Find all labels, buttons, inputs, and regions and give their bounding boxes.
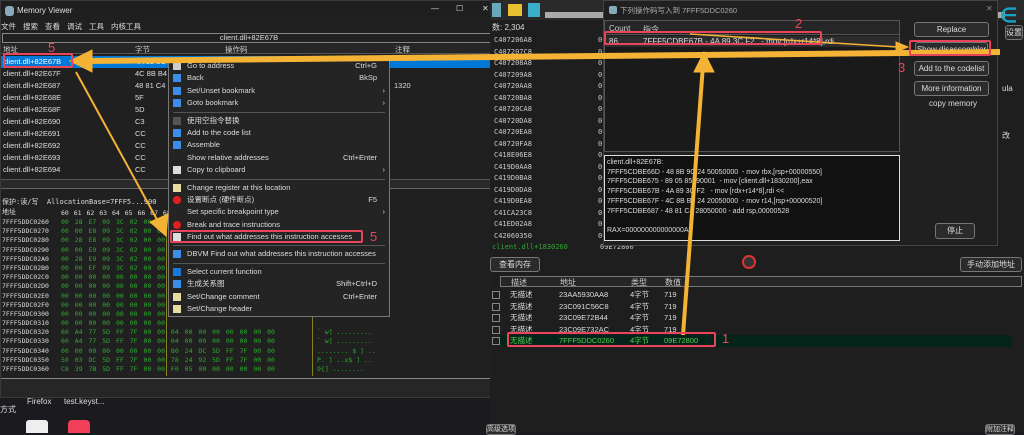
highlight-box-5: [170, 230, 363, 243]
arrow-head: [149, 213, 169, 238]
highlight-box-2: [604, 31, 822, 45]
arrow-line: [681, 64, 705, 336]
arrow-head: [68, 49, 93, 73]
arrow-line: [75, 71, 161, 226]
step-number-3: 3: [898, 60, 906, 75]
arrow-line: [84, 49, 1001, 64]
annotation-arrows: [68, 33, 1001, 336]
step-number-2: 2: [795, 16, 803, 31]
highlight-box-3: [909, 40, 991, 56]
highlight-box-4: [3, 53, 73, 68]
highlight-box-1: [507, 332, 716, 347]
step-number-4: 5: [48, 40, 56, 55]
step-number-1: 1: [722, 331, 730, 346]
step-number-5: 5: [370, 229, 378, 244]
